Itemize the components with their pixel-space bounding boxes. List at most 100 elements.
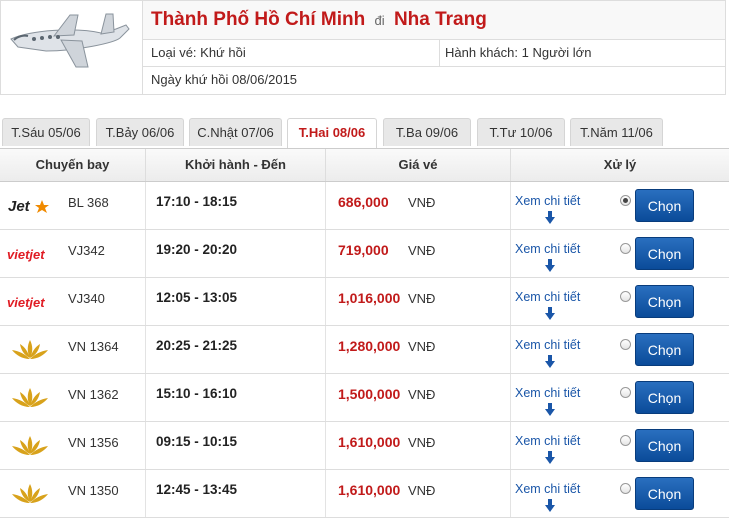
flight-time: 20:25 - 21:25 <box>156 338 238 353</box>
flight-select-radio[interactable] <box>620 483 631 494</box>
destination-city: Nha Trang <box>393 9 487 30</box>
vietnam-airlines-logo <box>12 484 48 503</box>
arrow-down-icon[interactable] <box>545 355 555 368</box>
header-airline: Chuyến bay <box>0 149 146 181</box>
choose-button[interactable]: Chọn <box>635 189 694 222</box>
tab-date-0906[interactable]: T.Ba 09/06 <box>383 118 471 146</box>
trip-info-row: Loại vé: Khứ hồi Hành khách: 1 Người lớn <box>143 39 725 67</box>
flight-time: 17:10 - 18:15 <box>156 194 238 209</box>
fare-price: 686,000 <box>338 194 389 210</box>
arrow-down-icon[interactable] <box>545 451 555 464</box>
choose-button[interactable]: Chọn <box>635 333 694 366</box>
fare-currency: VNĐ <box>408 435 436 450</box>
choose-button[interactable]: Chọn <box>635 237 694 270</box>
header-action: Xử lý <box>603 157 637 172</box>
passenger-count: Hành khách: 1 Người lớn <box>439 39 591 66</box>
fare-price: 1,610,000 <box>338 434 401 450</box>
search-summary: Thành Phố Hồ Chí Minh đi Nha Trang Loại … <box>0 0 726 95</box>
arrow-down-icon[interactable] <box>545 403 555 416</box>
choose-button[interactable]: Chọn <box>635 285 694 318</box>
table-row: VN 1364 20:25 - 21:25 1,280,000 VNĐ Xem … <box>0 326 729 374</box>
table-row: Jet BL 368 17:10 - 18:15 686,000 VNĐ Xem… <box>0 182 729 230</box>
arrow-down-icon[interactable] <box>545 307 555 320</box>
flight-select-radio[interactable] <box>620 291 631 302</box>
fare-currency: VNĐ <box>408 243 436 258</box>
svg-text:vietjet: vietjet <box>7 295 45 310</box>
fare-currency: VNĐ <box>408 483 436 498</box>
view-detail-link[interactable]: Xem chi tiết <box>515 434 580 448</box>
flight-number: VN 1350 <box>68 483 119 498</box>
svg-text:vietjet: vietjet <box>7 247 45 262</box>
header-price: Giá vé <box>326 149 511 181</box>
tab-date-1006[interactable]: T.Tư 10/06 <box>477 118 565 146</box>
view-detail-link[interactable]: Xem chi tiết <box>515 242 580 256</box>
vietnam-airlines-logo <box>12 340 48 359</box>
return-date: Ngày khứ hồi 08/06/2015 <box>151 72 298 87</box>
view-detail-link[interactable]: Xem chi tiết <box>515 290 580 304</box>
airplane-icon <box>10 13 130 68</box>
vietnam-airlines-logo <box>12 436 48 455</box>
flight-select-radio[interactable] <box>620 339 631 350</box>
fare-currency: VNĐ <box>408 195 436 210</box>
fare-price: 1,610,000 <box>338 482 401 498</box>
choose-button[interactable]: Chọn <box>635 429 694 462</box>
view-detail-link[interactable]: Xem chi tiết <box>515 338 580 352</box>
date-tabs: T.Sáu 05/06 T.Bảy 06/06 C.Nhật 07/06 T.H… <box>0 118 733 149</box>
route-connector: đi <box>374 13 385 28</box>
table-row: VN 1350 12:45 - 13:45 1,610,000 VNĐ Xem … <box>0 470 729 518</box>
view-detail-link[interactable]: Xem chi tiết <box>515 482 580 496</box>
choose-button[interactable]: Chọn <box>635 381 694 414</box>
flight-select-radio[interactable] <box>620 195 631 206</box>
table-row: vietjet VJ342 19:20 - 20:20 719,000 VNĐ … <box>0 230 729 278</box>
view-detail-link[interactable]: Xem chi tiết <box>515 386 580 400</box>
tab-date-0806[interactable]: T.Hai 08/06 <box>287 118 377 149</box>
fare-price: 719,000 <box>338 242 389 258</box>
flight-time: 19:20 - 20:20 <box>156 242 238 257</box>
header-time: Khởi hành - Đến <box>146 149 326 181</box>
arrow-down-icon[interactable] <box>545 499 555 512</box>
flight-number: VN 1356 <box>68 435 119 450</box>
arrow-down-icon[interactable] <box>545 259 555 272</box>
flight-number: VJ340 <box>68 291 105 306</box>
table-body: Jet BL 368 17:10 - 18:15 686,000 VNĐ Xem… <box>0 182 729 518</box>
view-detail-link[interactable]: Xem chi tiết <box>515 194 580 208</box>
flight-number: BL 368 <box>68 195 109 210</box>
flight-select-radio[interactable] <box>620 387 631 398</box>
flight-select-radio[interactable] <box>620 435 631 446</box>
tab-date-0606[interactable]: T.Bảy 06/06 <box>96 118 184 146</box>
fare-price: 1,016,000 <box>338 290 401 306</box>
flight-number: VN 1362 <box>68 387 119 402</box>
plane-image <box>1 1 143 94</box>
tab-date-0506[interactable]: T.Sáu 05/06 <box>2 118 90 146</box>
vietnam-airlines-logo <box>12 388 48 407</box>
route-title: Thành Phố Hồ Chí Minh đi Nha Trang <box>143 1 725 40</box>
arrow-down-icon[interactable] <box>545 211 555 224</box>
flight-time: 12:45 - 13:45 <box>156 482 238 497</box>
tab-date-0706[interactable]: C.Nhật 07/06 <box>189 118 282 146</box>
choose-button[interactable]: Chọn <box>635 477 694 510</box>
flight-time: 12:05 - 13:05 <box>156 290 238 305</box>
flight-number: VN 1364 <box>68 339 119 354</box>
fare-currency: VNĐ <box>408 291 436 306</box>
vietjet-logo: vietjet <box>7 295 45 310</box>
fare-currency: VNĐ <box>408 387 436 402</box>
fare-price: 1,500,000 <box>338 386 401 402</box>
svg-text:Jet: Jet <box>8 198 31 215</box>
table-row: vietjet VJ340 12:05 - 13:05 1,016,000 VN… <box>0 278 729 326</box>
flight-time: 09:15 - 10:15 <box>156 434 238 449</box>
jetstar-logo: Jet <box>8 198 49 215</box>
flight-number: VJ342 <box>68 243 105 258</box>
origin-city: Thành Phố Hồ Chí Minh <box>151 9 366 30</box>
table-row: VN 1356 09:15 - 10:15 1,610,000 VNĐ Xem … <box>0 422 729 470</box>
fare-currency: VNĐ <box>408 339 436 354</box>
table-row: VN 1362 15:10 - 16:10 1,500,000 VNĐ Xem … <box>0 374 729 422</box>
flight-time: 15:10 - 16:10 <box>156 386 238 401</box>
vietjet-logo: vietjet <box>7 247 45 262</box>
tab-date-1106[interactable]: T.Năm 11/06 <box>570 118 663 146</box>
flights-table: Chuyến bay Khởi hành - Đến Giá vé Xử lý … <box>0 148 729 518</box>
ticket-type: Loại vé: Khứ hồi <box>151 45 246 60</box>
table-header: Chuyến bay Khởi hành - Đến Giá vé Xử lý <box>0 149 729 182</box>
return-date-row: Ngày khứ hồi 08/06/2015 <box>143 66 725 93</box>
flight-select-radio[interactable] <box>620 243 631 254</box>
fare-price: 1,280,000 <box>338 338 401 354</box>
